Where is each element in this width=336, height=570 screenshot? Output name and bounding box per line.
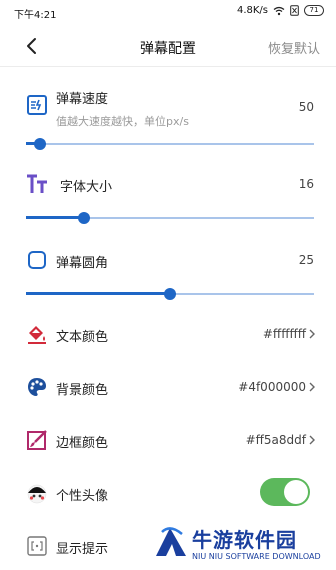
speed-slider-thumb[interactable]	[34, 138, 47, 150]
chevron-right-icon	[309, 329, 315, 339]
reset-default-button[interactable]: 恢复默认	[268, 38, 320, 57]
display-hint-label: 显示提示	[56, 542, 109, 557]
corner-slider[interactable]	[26, 287, 314, 301]
status-bar: 下午4:21 4.8K/s 71	[0, 0, 336, 24]
font-size-setting: 字体大小 16	[0, 172, 336, 228]
avatar-toggle-knob	[284, 480, 308, 504]
speed-label: 弹幕速度	[56, 92, 109, 107]
paint-bucket-icon	[28, 326, 46, 344]
speed-value: 50	[298, 100, 314, 114]
font-size-label: 字体大小	[60, 180, 113, 195]
text-color-setting[interactable]: 文本颜色 #ffffffff	[0, 320, 336, 348]
hint-icon	[27, 536, 47, 556]
corner-setting: 弹幕圆角 25	[0, 248, 336, 304]
avatar-toggle[interactable]	[260, 478, 310, 506]
border-color-value: #ff5a8ddf	[245, 433, 306, 447]
avatar-label: 个性头像	[56, 489, 109, 504]
speed-icon	[27, 95, 47, 115]
corner-slider-thumb[interactable]	[164, 288, 176, 300]
corner-slider-fill	[26, 292, 170, 295]
font-size-slider-thumb[interactable]	[77, 212, 90, 224]
sim-off-icon	[290, 5, 299, 16]
font-size-value: 16	[298, 177, 314, 191]
speed-slider[interactable]	[26, 137, 314, 151]
rounded-square-icon	[28, 251, 46, 269]
app-bar: 弹幕配置 恢复默认	[0, 30, 336, 64]
brush-frame-icon	[27, 430, 47, 450]
font-size-slider[interactable]	[26, 211, 314, 225]
text-color-label: 文本颜色	[56, 330, 109, 345]
border-color-label: 边框颜色	[56, 436, 109, 451]
border-color-setting[interactable]: 边框颜色 #ff5a8ddf	[0, 426, 336, 454]
corner-label: 弹幕圆角	[56, 256, 109, 271]
watermark-brand: 牛游软件园	[192, 528, 297, 552]
chevron-right-icon	[309, 435, 315, 445]
palette-icon	[28, 378, 46, 396]
bg-color-label: 背景颜色	[56, 383, 109, 398]
net-speed: 4.8K/s	[236, 5, 268, 16]
watermark-brand-en: NIU NIU SOFTWARE DOWNLOAD	[192, 552, 321, 561]
bg-color-value: #4f000000	[238, 380, 306, 394]
avatar-face-icon	[27, 484, 47, 504]
font-size-icon	[27, 174, 47, 193]
header-divider	[0, 66, 336, 67]
watermark: 牛游软件园 NIU NIU SOFTWARE DOWNLOAD	[152, 524, 332, 568]
font-size-slider-fill	[26, 216, 84, 219]
status-time: 下午4:21	[14, 10, 57, 21]
speed-setting: 弹幕速度 值越大速度越快，单位px/s 50	[0, 88, 336, 158]
battery-icon: 71	[304, 5, 324, 16]
avatar-setting: 个性头像	[0, 478, 336, 508]
corner-value: 25	[298, 253, 314, 267]
watermark-logo	[156, 527, 186, 556]
chevron-right-icon	[309, 382, 315, 392]
status-indicators: 4.8K/s 71	[237, 5, 324, 16]
bg-color-setting[interactable]: 背景颜色 #4f000000	[0, 373, 336, 401]
speed-slider-track	[26, 143, 314, 145]
wifi-icon	[273, 6, 285, 15]
text-color-value: #ffffffff	[262, 327, 306, 341]
speed-hint: 值越大速度越快，单位px/s	[56, 115, 189, 128]
